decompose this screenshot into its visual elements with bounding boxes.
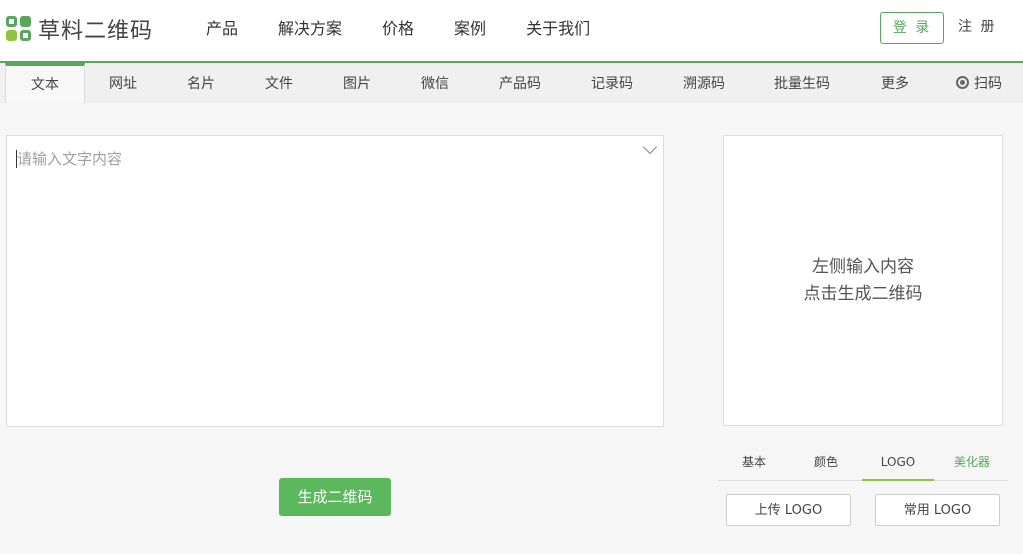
tab-text[interactable]: 文本 <box>5 63 85 103</box>
tab-record-code[interactable]: 记录码 <box>568 63 656 103</box>
login-button[interactable]: 登 录 <box>880 12 944 44</box>
generate-qr-button[interactable]: 生成二维码 <box>279 478 391 516</box>
upload-logo-button[interactable]: 上传 LOGO <box>726 494 851 526</box>
style-tabs: 基本 颜色 LOGO 美化器 <box>718 450 1008 481</box>
tab-wechat[interactable]: 微信 <box>398 63 472 103</box>
main-nav: 产品 解决方案 价格 案例 关于我们 <box>186 0 610 60</box>
text-content-input[interactable] <box>7 136 663 426</box>
subtab-color[interactable]: 颜色 <box>790 450 862 481</box>
tab-scan[interactable]: 扫码 <box>940 63 1018 103</box>
subtab-basic[interactable]: 基本 <box>718 450 790 481</box>
text-editor-container <box>6 135 664 427</box>
tab-more[interactable]: 更多 <box>856 63 934 103</box>
tab-business-card[interactable]: 名片 <box>164 63 238 103</box>
subtab-logo[interactable]: LOGO <box>862 450 934 481</box>
tab-image[interactable]: 图片 <box>320 63 394 103</box>
tab-file[interactable]: 文件 <box>242 63 316 103</box>
register-link[interactable]: 注 册 <box>958 12 996 44</box>
scan-icon <box>956 76 969 89</box>
preview-hint-line1: 左侧输入内容 <box>812 256 914 277</box>
brand-logo[interactable]: 草料二维码 <box>6 14 153 44</box>
code-type-tabs: 文本 网址 名片 文件 图片 微信 产品码 记录码 溯源码 批量生码 更多 扫码 <box>0 63 1023 103</box>
tab-batch-generate[interactable]: 批量生码 <box>752 63 852 103</box>
brand-name: 草料二维码 <box>38 19 154 44</box>
preview-hint-line2: 点击生成二维码 <box>803 283 923 304</box>
common-logo-button[interactable]: 常用 LOGO <box>875 494 1000 526</box>
tab-product-code[interactable]: 产品码 <box>476 63 564 103</box>
nav-item-cases[interactable]: 案例 <box>434 0 506 60</box>
nav-item-solutions[interactable]: 解决方案 <box>258 0 362 60</box>
tab-url[interactable]: 网址 <box>86 63 160 103</box>
nav-item-about[interactable]: 关于我们 <box>506 0 610 60</box>
top-header: 草料二维码 产品 解决方案 价格 案例 关于我们 登 录 注 册 <box>0 0 1023 63</box>
text-cursor <box>16 150 17 168</box>
tab-trace-code[interactable]: 溯源码 <box>660 63 748 103</box>
logo-icon <box>6 15 32 43</box>
subtab-beautifier[interactable]: 美化器 <box>936 450 1008 481</box>
qr-preview-panel: 左侧输入内容 点击生成二维码 <box>723 135 1003 426</box>
tab-scan-label: 扫码 <box>974 76 1002 92</box>
nav-item-products[interactable]: 产品 <box>186 0 258 60</box>
nav-item-pricing[interactable]: 价格 <box>362 0 434 60</box>
